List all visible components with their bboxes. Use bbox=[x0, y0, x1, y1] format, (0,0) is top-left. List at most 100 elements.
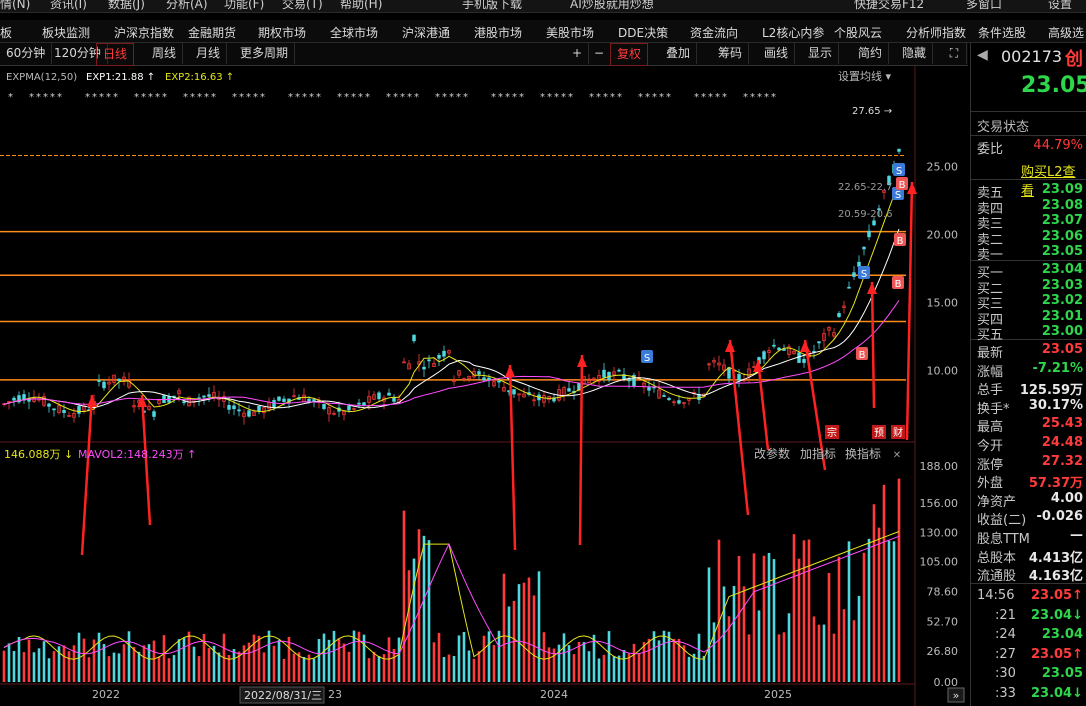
draw-line-button[interactable]: 画线 bbox=[758, 43, 796, 64]
candle-body bbox=[357, 402, 361, 405]
volume-bar bbox=[667, 631, 671, 682]
weibi-row: 委比 44.79% bbox=[977, 138, 1085, 157]
signal-mark: * bbox=[232, 92, 237, 103]
signal-mark: * bbox=[29, 92, 34, 103]
tick-time: :30 bbox=[995, 666, 1016, 681]
chips-button[interactable]: 筹码 bbox=[712, 43, 750, 64]
menu-item-8[interactable]: 美股市场 bbox=[546, 24, 594, 41]
top-item-6[interactable]: 帮助(H) bbox=[340, 0, 382, 12]
stat-row-8-value: 4.00 bbox=[1050, 490, 1083, 506]
candle-body bbox=[867, 230, 871, 238]
signal-mark: * bbox=[50, 92, 55, 103]
menu-item-15[interactable]: 高级选 bbox=[1048, 24, 1084, 41]
menu-item-12[interactable]: 个股风云 bbox=[834, 24, 882, 41]
menu-item-6[interactable]: 沪深港通 bbox=[402, 24, 450, 41]
simple-button[interactable]: 简约 bbox=[852, 43, 890, 64]
top-item-4[interactable]: 功能(F) bbox=[224, 0, 264, 12]
mavol1-value: 146.088万 ↓ bbox=[4, 448, 73, 461]
signal-mark: * bbox=[92, 92, 97, 103]
candle-body bbox=[477, 371, 481, 375]
stat-row-2: 总手 125.59万 bbox=[977, 379, 1085, 398]
volume-bar bbox=[152, 640, 156, 682]
candle-body bbox=[442, 350, 446, 357]
menu-item-5[interactable]: 全球市场 bbox=[330, 24, 378, 41]
signal-mark: * bbox=[652, 92, 657, 103]
trade-signal-label: S bbox=[644, 353, 650, 364]
mobile-download-button[interactable]: 手机版下载 bbox=[462, 0, 522, 12]
zoom-in-icon[interactable]: + bbox=[566, 43, 589, 64]
candle-body bbox=[387, 392, 391, 396]
stat-row-4-value: 25.43 bbox=[1041, 416, 1083, 432]
top-item-0[interactable]: 情(N) bbox=[0, 0, 30, 12]
period-weekly[interactable]: 周线 bbox=[146, 43, 184, 64]
top-item-2[interactable]: 数据(J) bbox=[108, 0, 145, 12]
menu-item-11[interactable]: L2核心内参 bbox=[762, 24, 824, 41]
settings-button[interactable]: 设置 bbox=[1048, 0, 1072, 12]
x-axis-label: 2025 bbox=[764, 688, 792, 701]
signal-mark: * bbox=[295, 92, 300, 103]
menu-item-4[interactable]: 期权市场 bbox=[258, 24, 306, 41]
menu-item-9[interactable]: DDE决策 bbox=[618, 24, 668, 41]
menu-item-2[interactable]: 沪深京指数 bbox=[114, 24, 174, 41]
volume-bar bbox=[157, 656, 161, 682]
trade-signal-label: B bbox=[895, 279, 902, 290]
candle-body bbox=[662, 395, 666, 397]
volume-bar bbox=[232, 649, 236, 682]
fullscreen-icon[interactable]: ⛶ bbox=[942, 43, 967, 64]
top-item-5[interactable]: 交易(T) bbox=[282, 0, 323, 12]
candle-body bbox=[412, 334, 416, 342]
period-60min[interactable]: 60分钟 bbox=[0, 43, 53, 64]
kline-chart[interactable]: SSSSBBBB宗预财 EXPMA(12,50) EXP1:21.88 ↑ EXP2… bbox=[0, 66, 968, 706]
volume-bar bbox=[697, 633, 701, 682]
stat-row-1-label: 涨幅 bbox=[977, 364, 1004, 380]
volume-bar bbox=[267, 630, 271, 682]
volume-bar bbox=[527, 577, 531, 682]
signal-mark: * bbox=[365, 92, 370, 103]
volume-bar bbox=[767, 552, 771, 682]
period-more[interactable]: 更多周期 bbox=[234, 43, 296, 64]
multi-window-button[interactable]: 多窗口 bbox=[966, 0, 1002, 12]
volume-bar bbox=[817, 624, 821, 682]
volume-bar bbox=[432, 642, 436, 682]
stat-row-1-value: -7.21% bbox=[1032, 360, 1084, 376]
volume-bar bbox=[137, 651, 141, 682]
stat-row-6-label: 涨停 bbox=[977, 457, 1004, 473]
top-item-3[interactable]: 分析(A) bbox=[166, 0, 208, 12]
signal-mark: * bbox=[288, 92, 293, 103]
fuquan-button[interactable]: 复权 bbox=[610, 43, 649, 66]
candle-body bbox=[497, 380, 501, 383]
volume-bar bbox=[387, 637, 391, 682]
signal-mark: * bbox=[435, 92, 440, 103]
prev-stock-icon[interactable]: ◀ bbox=[977, 47, 988, 63]
menu-item-7[interactable]: 港股市场 bbox=[474, 24, 522, 41]
quick-trade-button[interactable]: 快捷交易F12 bbox=[854, 0, 924, 12]
hide-button[interactable]: 隐藏 bbox=[896, 43, 934, 64]
signal-mark: * bbox=[603, 92, 608, 103]
signal-mark: * bbox=[36, 92, 41, 103]
signal-mark: * bbox=[554, 92, 559, 103]
ai-promo-link[interactable]: AI炒股就用炒想 bbox=[570, 0, 654, 12]
zoom-out-icon[interactable]: − bbox=[588, 43, 611, 64]
signal-mark: * bbox=[190, 92, 195, 103]
overlay-button[interactable]: 叠加 bbox=[660, 43, 698, 64]
menu-item-14[interactable]: 条件选股 bbox=[978, 24, 1026, 41]
menu-item-3[interactable]: 金融期货 bbox=[188, 24, 236, 41]
menu-item-1[interactable]: 板块监测 bbox=[42, 24, 90, 41]
top-item-1[interactable]: 资讯(I) bbox=[50, 0, 87, 12]
volume-bar bbox=[492, 645, 496, 682]
volume-bar bbox=[812, 616, 816, 682]
menu-item-0[interactable]: 板 bbox=[0, 24, 12, 41]
volume-bar bbox=[12, 650, 16, 682]
period-daily[interactable]: 日线 bbox=[96, 43, 135, 66]
volume-bar bbox=[822, 624, 826, 682]
volume-bar bbox=[322, 633, 326, 682]
period-monthly[interactable]: 月线 bbox=[190, 43, 228, 64]
menu-item-13[interactable]: 分析师指数 bbox=[906, 24, 966, 41]
stat-row-4: 最高 25.43 bbox=[977, 416, 1085, 435]
ask-row-0: 卖五 23.09 bbox=[977, 182, 1085, 201]
ask-row-2-value: 23.07 bbox=[1041, 213, 1083, 228]
volume-tick-label: 78.60 bbox=[927, 586, 959, 599]
display-button[interactable]: 显示 bbox=[802, 43, 840, 64]
menu-item-10[interactable]: 资金流向 bbox=[690, 24, 738, 41]
stat-row-8-label: 净资产 bbox=[977, 494, 1017, 510]
